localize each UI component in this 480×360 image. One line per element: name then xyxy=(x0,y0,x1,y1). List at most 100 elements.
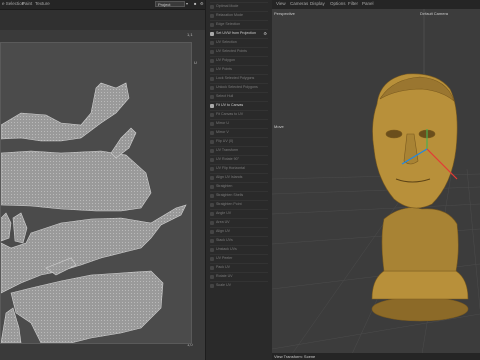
tool-icon xyxy=(210,247,214,252)
3d-viewport[interactable]: View Cameras Display Options Filter Pane… xyxy=(272,0,480,360)
tool-icon xyxy=(210,22,214,27)
tool-icon xyxy=(210,58,214,63)
tool-label: Align UV xyxy=(216,229,230,233)
uv-island-long xyxy=(1,150,152,212)
tool-item-4[interactable]: UV Selection xyxy=(210,38,268,46)
tool-item-26[interactable]: Stack UVs xyxy=(210,236,268,244)
tool-icon xyxy=(210,4,214,9)
tool-icon xyxy=(210,85,214,90)
tool-item-27[interactable]: Unstack UVs xyxy=(210,245,268,253)
tool-icon xyxy=(210,202,214,207)
tool-item-17[interactable]: UV Rotate 90° xyxy=(210,155,268,163)
viewport-menu-display[interactable]: Display xyxy=(310,1,325,6)
tool-label: Fit Canvas to UV xyxy=(216,112,244,116)
chevron-down-icon[interactable]: ▾ xyxy=(186,1,188,6)
uv-editor: 1,1 1,0 U xyxy=(0,10,205,360)
tool-label: UV Transform xyxy=(216,148,239,152)
uv-canvas[interactable] xyxy=(0,42,192,344)
tool-item-29[interactable]: Pack UV xyxy=(210,263,268,271)
bust xyxy=(371,73,469,322)
uv-island-small-2 xyxy=(12,212,28,244)
tool-label: Stack UVs xyxy=(216,238,233,242)
menu-paint[interactable]: Paint xyxy=(22,1,32,6)
tool-item-25[interactable]: Align UV xyxy=(210,227,268,235)
tool-item-8[interactable]: Lock Selected Polygons xyxy=(210,74,268,82)
uv-island-small-1 xyxy=(1,212,12,242)
viewport-menu-view[interactable]: View xyxy=(276,1,286,6)
viewport-menu-filter[interactable]: Filter xyxy=(348,1,358,6)
viewport-status-bar: View Transform: Scene xyxy=(272,353,480,360)
tool-label: Fit UV to Canvas xyxy=(216,103,244,107)
uv-tool-panel: Optimal Mode Relaxation Mode Edge Select… xyxy=(205,0,273,360)
tool-item-5[interactable]: UV Selected Points xyxy=(210,47,268,55)
tool-label: Straighten Shells xyxy=(216,193,244,197)
uv-island-spike xyxy=(110,127,137,159)
tool-item-0[interactable]: Optimal Mode xyxy=(210,2,268,10)
viewport-menu-options[interactable]: Options xyxy=(330,1,346,6)
tool-item-14[interactable]: Mirror V xyxy=(210,128,268,136)
gear-icon[interactable]: ⚙ xyxy=(263,31,267,36)
viewport-menu-cameras[interactable]: Cameras xyxy=(290,1,308,6)
tool-label: UV Selection xyxy=(216,40,237,44)
tool-label: Angle UV xyxy=(216,211,232,215)
tool-item-23[interactable]: Angle UV xyxy=(210,209,268,217)
tool-item-24[interactable]: Area UV xyxy=(210,218,268,226)
viewport-scene xyxy=(272,9,480,354)
tool-item-13[interactable]: Mirror U xyxy=(210,119,268,127)
tool-label: Pack UV xyxy=(216,265,230,269)
tool-label: Set UVW from Projection xyxy=(216,31,256,35)
tool-item-1[interactable]: Relaxation Mode xyxy=(210,11,268,19)
uv-island-top xyxy=(1,82,130,142)
uv-side-label: U xyxy=(194,60,197,65)
uv-islands[interactable] xyxy=(1,43,191,343)
tool-item-21[interactable]: Straighten Shells xyxy=(210,191,268,199)
tool-item-22[interactable]: Straighten Point xyxy=(210,200,268,208)
tool-icon xyxy=(210,148,214,153)
tool-icon xyxy=(210,238,214,243)
tool-item-12[interactable]: Fit Canvas to UV xyxy=(210,110,268,118)
tool-icon xyxy=(210,229,214,234)
tool-icon xyxy=(210,220,214,225)
tool-item-7[interactable]: UV Points xyxy=(210,65,268,73)
tool-icon xyxy=(210,139,214,144)
menu-texture[interactable]: Texture xyxy=(35,1,50,6)
tool-label: UV Rotate 90° xyxy=(216,157,240,161)
tool-item-6[interactable]: UV Polygon xyxy=(210,56,268,64)
menu-selection[interactable]: e Selection xyxy=(2,1,24,6)
tool-item-20[interactable]: Straighten xyxy=(210,182,268,190)
tool-label: Unlock Selected Polygons xyxy=(216,85,258,89)
uv-toolbar xyxy=(0,10,205,30)
tool-item-9[interactable]: Unlock Selected Polygons xyxy=(210,83,268,91)
tool-label: UV Points xyxy=(216,67,232,71)
project-select[interactable]: Project xyxy=(155,1,185,7)
tool-icon xyxy=(210,67,214,72)
settings-icon[interactable]: ⚙ xyxy=(200,1,204,6)
tool-item-30[interactable]: Rotate UV xyxy=(210,272,268,280)
viewport-menu-panel[interactable]: Panel xyxy=(362,1,374,6)
tool-icon xyxy=(210,31,214,36)
tool-icon xyxy=(210,157,214,162)
tool-icon xyxy=(210,283,214,288)
tool-label: Mirror V xyxy=(216,130,229,134)
uv-island-lower xyxy=(10,270,164,343)
tool-item-15[interactable]: Flip UV (0) xyxy=(210,137,268,145)
tool-icon xyxy=(210,184,214,189)
tool-item-fit-uv-to-canvas[interactable]: Fit UV to Canvas xyxy=(210,101,268,109)
tool-label: Scale UV xyxy=(216,283,231,287)
viewport-menubar: View Cameras Display Options Filter Pane… xyxy=(272,0,480,9)
tool-item-19[interactable]: Align UV Islands xyxy=(210,173,268,181)
tool-item-16[interactable]: UV Transform xyxy=(210,146,268,154)
tool-icon xyxy=(210,94,214,99)
tool-item-2[interactable]: Edge Selection xyxy=(210,20,268,28)
tool-item-31[interactable]: Scale UV xyxy=(210,281,268,289)
tool-item-18[interactable]: UV Flip Horizontal xyxy=(210,164,268,172)
tool-label: Optimal Mode xyxy=(216,4,239,8)
tool-item-10[interactable]: Select Hull xyxy=(210,92,268,100)
tool-label: UV Peeler xyxy=(216,256,233,260)
tool-icon xyxy=(210,256,214,261)
tool-item-28[interactable]: UV Peeler xyxy=(210,254,268,262)
tool-icon xyxy=(210,193,214,198)
tool-icon xyxy=(210,112,214,117)
lock-icon[interactable]: ■ xyxy=(194,1,196,6)
tool-item-set-uvw-from-projection[interactable]: Set UVW from Projection ⚙ xyxy=(210,29,268,37)
